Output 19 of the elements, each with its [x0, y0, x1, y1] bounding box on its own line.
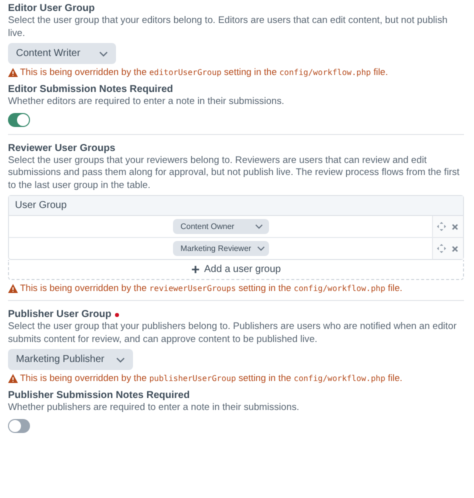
add-user-group-button[interactable]: Add a user group	[8, 260, 464, 280]
column-header: User Group	[9, 196, 463, 216]
override-warning: This is being overridden by the publisherUserGroup setting in the config/workflow.php file.	[20, 373, 402, 383]
field-label: Publisher User Group	[8, 309, 112, 320]
select-field[interactable]: Content Owner	[172, 219, 268, 234]
select-field[interactable]: Marketing Reviewer	[172, 241, 268, 256]
field-label: Editor User Group	[8, 3, 95, 14]
select-field[interactable]: Content Writer	[8, 43, 116, 64]
field-description: Select the user groups that your reviewers belong to. Reviewers are users that can review and edit submissions and pass them along for approval, but not publish live. The review process flows from the first to the last user group in the table.	[8, 154, 460, 192]
field-description: Whether publishers are required to enter a note in their submissions.	[8, 402, 300, 414]
field-description: Select the user group that your editors belong to. Editors are users that can edit content, but not publish live.	[8, 15, 448, 40]
select-field[interactable]: Marketing Publisher	[8, 349, 134, 370]
field-label: Publisher Submission Notes Required	[8, 390, 190, 401]
field-description: Whether editors are required to enter a note in their submissions.	[8, 96, 286, 108]
field-label: Editor Submission Notes Required	[8, 84, 174, 95]
override-warning: This is being overridden by the reviewerUserGroups setting in the config/workflow.php file.	[20, 283, 402, 293]
field-label: Reviewer User Groups	[8, 142, 116, 154]
override-warning: This is being overridden by the editorUserGroup setting in the config/workflow.php file.	[20, 67, 388, 77]
field-description: Select the user group that your publishers belong to. Publishers are users who are notified when an editor submits content for review, and can approve content to be published live.	[8, 321, 458, 346]
